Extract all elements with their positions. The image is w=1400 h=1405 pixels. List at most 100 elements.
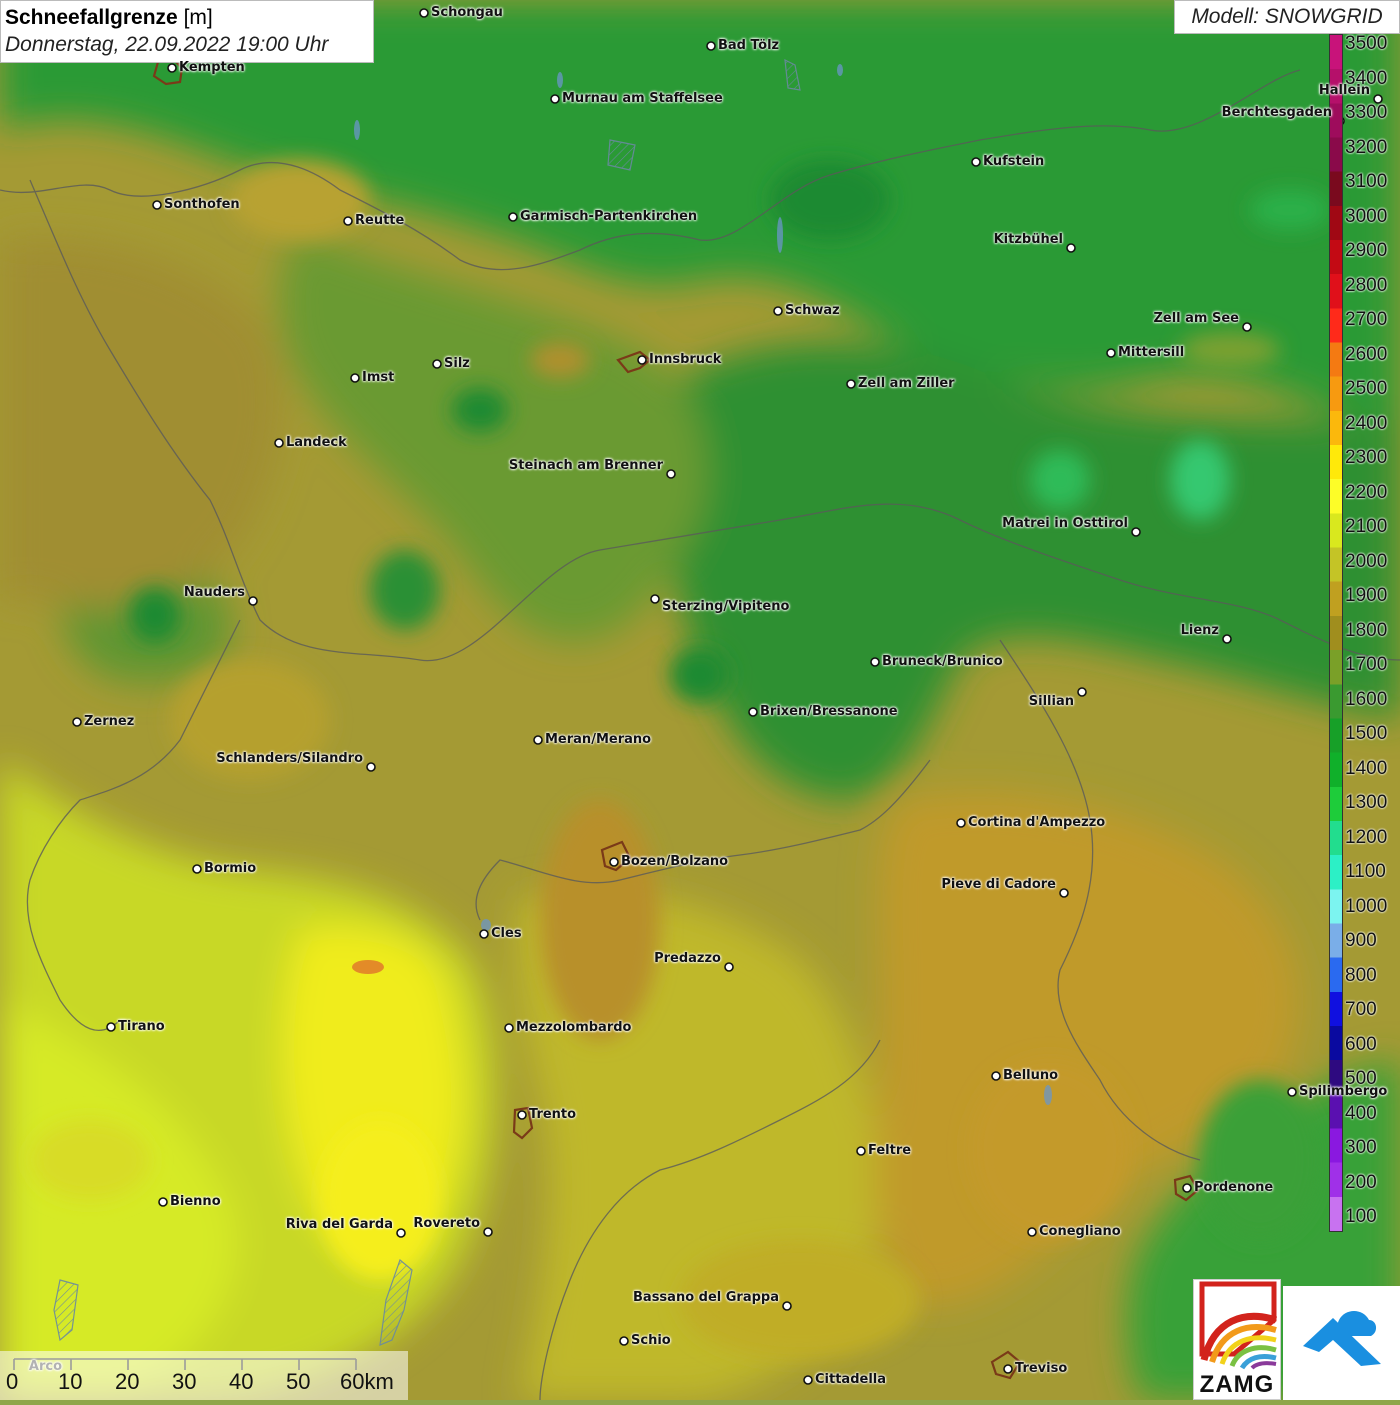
city-label: Kempten [179,60,245,75]
city-dot [956,818,966,828]
legend-color-bar [1329,34,1343,1232]
city-dot [782,1301,792,1311]
legend-label: 1600 [1345,688,1388,710]
city-label: Hallein [1318,83,1370,98]
legend-label: 2200 [1345,481,1388,503]
city-label: Kitzbühel [993,232,1063,247]
rainbow-icon [1199,1281,1278,1370]
geosphere-mark-icon [1303,1311,1381,1366]
city-dot [1106,348,1116,358]
city-label: Bassano del Grappa [633,1290,779,1305]
legend-label: 3500 [1345,33,1388,54]
city-dot [724,962,734,972]
legend-label: 1800 [1345,619,1388,641]
city-label: Nauders [183,585,245,600]
city-dot [152,200,162,210]
city-label: Cortina d'Ampezzo [968,815,1106,830]
city-label: Bozen/Bolzano [621,854,729,869]
legend-label: 2100 [1345,516,1388,537]
legend-label: 1000 [1345,895,1388,917]
city-dot [550,94,560,104]
city-label: Mittersill [1118,345,1185,360]
city-dot [504,1023,514,1033]
city-dot [773,306,783,316]
city-dot [803,1375,813,1385]
city-label: Reutte [355,213,405,228]
city-dot [483,1227,493,1237]
city-label: Kufstein [983,154,1045,169]
model-label: Modell: SNOWGRID [1174,0,1400,34]
city-label: Zell am Ziller [858,376,955,391]
legend-label: 2300 [1345,447,1388,468]
city-dot [1222,634,1232,644]
city-label: Tirano [118,1019,165,1034]
city-label: Riva del Garda [285,1217,393,1232]
city-label: Sonthofen [164,197,240,212]
city-label: Brixen/Bressanone [760,704,898,719]
city-label: Silz [444,356,470,371]
city-label: Murnau am Staffelsee [562,91,723,106]
legend-label: 2900 [1345,240,1388,261]
city-dot [706,41,716,51]
city-label: Sillian [1028,694,1074,709]
city-dot [533,735,543,745]
city-dot [1003,1364,1013,1374]
city-dot [72,717,82,727]
legend-label: 3200 [1345,136,1388,158]
city-dot [192,864,202,874]
city-label: Pieve di Cadore [941,877,1056,892]
city-label: Cittadella [815,1372,887,1387]
city-dot [870,657,880,667]
city-label: Lienz [1180,623,1219,638]
city-label: Feltre [868,1143,912,1158]
city-dot [1287,1087,1297,1097]
legend-label: 1200 [1345,826,1388,848]
city-dot [856,1146,866,1156]
city-label: Bormio [204,861,257,876]
city-dot [517,1110,527,1120]
city-label: Imst [362,370,395,385]
legend-label: 3100 [1345,171,1388,192]
legend-label: 1500 [1345,723,1388,744]
city-dot [1059,888,1069,898]
color-legend: 3500 3400 3300 3200 3100 3000 2900 2800 2700 2600… [1327,34,1400,1234]
legend-label: 1400 [1345,757,1388,779]
city-label: Belluno [1003,1068,1059,1083]
city-dot [432,359,442,369]
legend-label: 2700 [1345,309,1388,330]
city-dot [106,1022,116,1032]
city-dot [479,929,489,939]
city-dot [609,857,619,867]
city-dot [991,1071,1001,1081]
city-label: Meran/Merano [545,732,652,747]
city-label: Berchtesgaden [1221,105,1332,120]
city-label: Trento [529,1107,577,1122]
city-label: Schlanders/Silandro [216,751,363,766]
city-label: Cles [491,926,522,941]
city-label: Schongau [431,5,503,20]
zamg-logo: ZAMG [1193,1279,1281,1400]
city-label: Schio [631,1333,671,1348]
legend-label: 800 [1345,964,1377,986]
legend-label: 300 [1345,1137,1377,1158]
city-label: Garmisch-Partenkirchen [520,209,698,224]
legend-label: 2000 [1345,550,1388,572]
city-dot [274,438,284,448]
city-dot [1242,322,1252,332]
scale-label: 10 [58,1369,83,1394]
legend-label: 2400 [1345,412,1388,434]
legend-label: 1300 [1345,792,1388,813]
legend-label: 700 [1345,999,1377,1020]
city-dot [666,469,676,479]
legend-label: 2600 [1345,343,1388,365]
city-dot [1066,243,1076,253]
scale-bar: 0 10 20 30 40 50 60km [0,1351,408,1400]
legend-label: 200 [1345,1171,1377,1193]
city-label: Landeck [286,435,347,450]
scale-label: 60km [340,1369,394,1394]
city-dot [1131,527,1141,537]
city-label: Zell am See [1153,311,1239,326]
city-dot [343,216,353,226]
city-label: Innsbruck [649,352,722,367]
city-dot [508,212,518,222]
